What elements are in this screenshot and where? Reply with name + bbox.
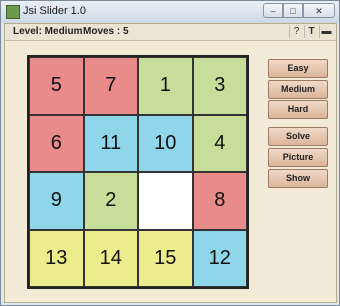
app-window: Jsi Slider 1.0 – □ ✕ Level: Medium Moves…	[0, 0, 340, 306]
title-bar[interactable]: Jsi Slider 1.0 – □ ✕	[1, 1, 339, 23]
tile-6[interactable]: 6	[29, 114, 84, 172]
tile-9[interactable]: 9	[29, 172, 84, 230]
level-status: Level: Medium	[13, 26, 83, 37]
help-button[interactable]: ?	[289, 25, 303, 38]
tile-13[interactable]: 13	[29, 229, 84, 287]
minimize-icon[interactable]: –	[263, 3, 283, 18]
close-icon[interactable]: ✕	[303, 3, 335, 18]
picture-button[interactable]: Picture	[268, 148, 328, 167]
moves-status: Moves : 5	[83, 26, 129, 37]
tile-1[interactable]: 1	[138, 57, 193, 115]
solve-button[interactable]: Solve	[268, 127, 328, 146]
tile-11[interactable]: 11	[83, 114, 138, 172]
game-area: Level: Medium Moves : 5 ? T ▬ 5 7 1 3 6 11 10 4…	[4, 23, 337, 303]
easy-button[interactable]: Easy	[268, 59, 328, 78]
app-icon	[6, 5, 20, 19]
medium-button[interactable]: Medium	[268, 80, 328, 99]
window-title: Jsi Slider 1.0	[23, 5, 86, 17]
tile-2[interactable]: 2	[83, 172, 138, 230]
status-bar: Level: Medium Moves : 5 ? T ▬	[5, 24, 336, 41]
tile-4[interactable]: 4	[192, 114, 247, 172]
tile-15[interactable]: 15	[138, 229, 193, 287]
compact-icon[interactable]: ▬	[319, 25, 333, 38]
tile-7[interactable]: 7	[83, 57, 138, 115]
empty-slot[interactable]	[138, 172, 193, 230]
hard-button[interactable]: Hard	[268, 100, 328, 119]
tile-5[interactable]: 5	[29, 57, 84, 115]
tile-3[interactable]: 3	[192, 57, 247, 115]
tile-12[interactable]: 12	[192, 229, 247, 287]
text-mode-button[interactable]: T	[304, 25, 318, 38]
tile-14[interactable]: 14	[83, 229, 138, 287]
show-button[interactable]: Show	[268, 169, 328, 188]
tile-10[interactable]: 10	[138, 114, 193, 172]
tile-8[interactable]: 8	[192, 172, 247, 230]
maximize-icon[interactable]: □	[283, 3, 303, 18]
puzzle-board: 5 7 1 3 6 11 10 4 9 2 8 13 14 15 12	[27, 55, 249, 289]
